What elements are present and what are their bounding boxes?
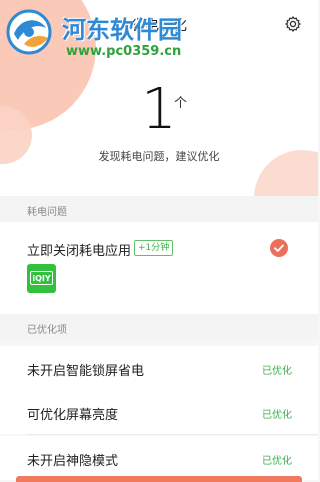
list-item[interactable]: 未开启智能锁屏省电 已优化 xyxy=(0,346,318,390)
app-icon-text: iQIY xyxy=(30,271,53,285)
watermark-url: www.pc0359.cn xyxy=(66,44,182,59)
iqiyi-app-icon[interactable]: iQIY xyxy=(27,264,56,293)
list-item[interactable]: 可优化屏幕亮度 已优化 xyxy=(0,390,318,434)
list-item-label: 未开启智能锁屏省电 xyxy=(27,364,145,379)
check-icon xyxy=(274,244,284,252)
issue-count-unit: 个 xyxy=(174,96,188,111)
watermark: 河东软件园 www.pc0359.cn xyxy=(4,6,204,66)
watermark-site-name: 河东软件园 xyxy=(62,16,182,44)
checkbox-checked-icon[interactable] xyxy=(270,239,288,257)
optimize-button[interactable] xyxy=(16,476,302,482)
status-badge: 已优化 xyxy=(262,456,292,467)
watermark-logo-icon xyxy=(6,9,52,55)
list-item-label: 可优化屏幕亮度 xyxy=(27,408,119,423)
issue-card[interactable]: 立即关闭耗电应用 +1分钟 iQIY xyxy=(0,222,318,314)
list-item-label: 未开启神隐模式 xyxy=(27,454,119,469)
issue-count-wrap: 1 xyxy=(0,82,318,138)
section-header-optimized: 已优化项 xyxy=(0,314,318,340)
section-title: 已优化项 xyxy=(27,325,67,336)
list-item[interactable]: 未开启神隐模式 已优化 xyxy=(0,436,318,480)
gear-icon[interactable] xyxy=(284,15,302,33)
section-header-issues: 耗电问题 xyxy=(0,196,318,222)
status-badge: 已优化 xyxy=(262,410,292,421)
section-title: 耗电问题 xyxy=(27,207,67,218)
issue-label: 立即关闭耗电应用 xyxy=(27,244,132,259)
status-badge: 已优化 xyxy=(262,366,292,377)
issue-count: 1 xyxy=(141,77,177,142)
time-saving-badge: +1分钟 xyxy=(134,240,174,256)
summary-hero: 省电优化 河东软件园 www.pc0359.cn 1 个 发现耗电问题，建议优化 xyxy=(0,0,318,196)
divider xyxy=(27,434,318,435)
summary-description: 发现耗电问题，建议优化 xyxy=(98,150,220,163)
